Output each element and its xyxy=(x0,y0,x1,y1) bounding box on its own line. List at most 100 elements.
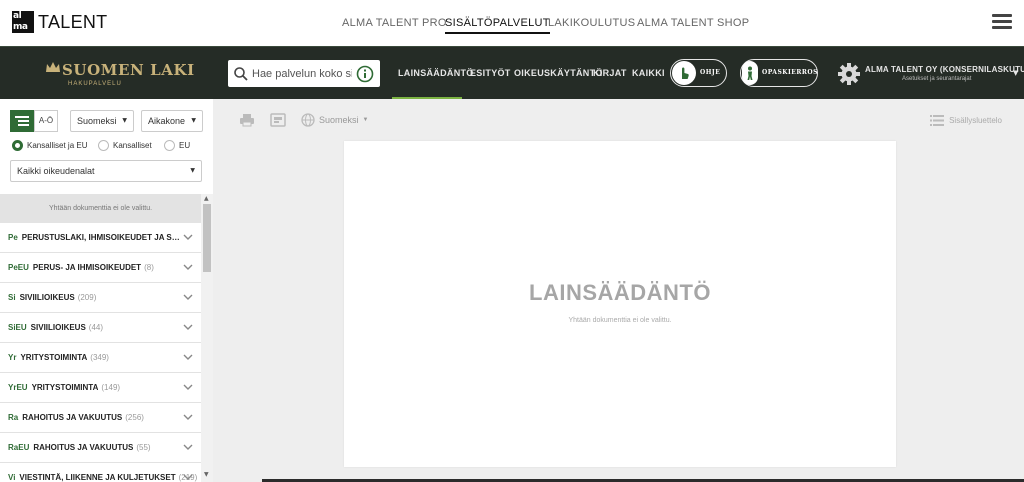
tree-view-button[interactable] xyxy=(10,110,34,132)
list-item[interactable]: Vi VIESTINTÄ, LIIKENNE JA KULJETUKSET (2… xyxy=(0,463,201,482)
sort-select[interactable]: Aikakone ▼ xyxy=(141,110,203,132)
category-name: YRITYSTOIMINTA xyxy=(20,352,88,362)
list-item[interactable]: YrEU YRITYSTOIMINTA (149) xyxy=(0,373,201,403)
list-icon xyxy=(930,115,945,126)
list-item[interactable]: Yr YRITYSTOIMINTA (349) xyxy=(0,343,201,373)
document-area: Suomeksi ▼ Sisällysluettelo LAINSÄÄDÄNTÖ… xyxy=(213,99,1024,482)
alphabetical-view-button[interactable]: A-Ö xyxy=(34,110,58,132)
category-count: (209) xyxy=(77,292,97,302)
category-code: Pe xyxy=(8,232,18,242)
category-code: RaEU xyxy=(8,442,30,452)
document-panel: LAINSÄÄDÄNTÖ Yhtään dokumenttia ei ole v… xyxy=(344,141,896,467)
chevron-down-icon[interactable] xyxy=(183,352,193,362)
list-item[interactable]: SiEU SIVIILIOIKEUS (44) xyxy=(0,313,201,343)
category-name: PERUS- JA IHMISOIKEUDET xyxy=(32,262,142,272)
category-count: (55) xyxy=(136,442,151,452)
search-input[interactable] xyxy=(252,67,352,80)
chevron-down-icon[interactable] xyxy=(183,262,193,272)
tab-kirjat[interactable]: KIRJAT xyxy=(593,67,627,79)
chevron-down-icon[interactable] xyxy=(183,232,193,242)
list-item[interactable]: PeEU PERUS- JA IHMISOIKEUDET (8) xyxy=(0,253,201,283)
scroll-up-arrow-icon[interactable]: ▲ xyxy=(204,195,209,203)
sidebar-scrollbar[interactable]: ▲ ▼ xyxy=(201,194,213,482)
category-list: Pe PERUSTUSLAKI, IHMISOIKEUDET JA SYRJIM… xyxy=(0,223,201,482)
list-item[interactable]: Ra RAHOITUS JA VAKUUTUS (256) xyxy=(0,403,201,433)
toc-label: Sisällysluettelo xyxy=(949,115,1002,125)
language-select-value: Suomeksi xyxy=(77,116,117,126)
language-select[interactable]: Suomeksi ▼ xyxy=(70,110,134,132)
category-code: YrEU xyxy=(8,382,28,392)
search-icon xyxy=(234,66,248,81)
print-icon[interactable] xyxy=(239,113,255,127)
help-label: OHJE xyxy=(700,69,721,76)
logo-subtitle: HAKUPALVELU xyxy=(68,81,122,87)
alma-mark: al ma xyxy=(12,11,34,33)
no-document-message: Yhtään dokumenttia ei ole valittu. xyxy=(0,194,201,223)
caret-down-icon: ▼ xyxy=(191,117,196,124)
account-settings-link: Asetukset ja seurantarajat xyxy=(902,76,972,82)
document-language-select[interactable]: Suomeksi ▼ xyxy=(301,113,368,127)
view-switcher: A-Ö xyxy=(10,110,58,132)
scrollbar-thumb[interactable] xyxy=(203,204,211,272)
list-item[interactable]: RaEU RAHOITUS JA VAKUUTUS (55) xyxy=(0,433,201,463)
category-count: (256) xyxy=(125,412,144,422)
category-count: (149) xyxy=(101,382,121,392)
nav-link-alma-talent-shop[interactable]: ALMA TALENT SHOP xyxy=(637,16,749,30)
account-menu[interactable]: ALMA TALENT OY (KONSERNILASKUTUS) Asetuk… xyxy=(865,65,1024,83)
sort-select-value: Aikakone xyxy=(148,116,186,126)
law-area-select[interactable]: Kaikki oikeudenalat ▼ xyxy=(10,160,202,182)
document-empty-message: Yhtään dokumenttia ei ole valittu. xyxy=(568,317,672,324)
category-count: (349) xyxy=(90,352,109,362)
nav-link-sisaltopalvelut[interactable]: SISÄLTÖPALVELUT xyxy=(445,16,550,34)
nav-link-lakikoulutus[interactable]: LAKIKOULUTUS xyxy=(548,16,635,30)
logo-title: SUOMEN LAKI xyxy=(62,61,195,79)
radio-button xyxy=(164,140,175,151)
menu-icon[interactable] xyxy=(992,14,1012,30)
category-name: RAHOITUS JA VAKUUTUS xyxy=(22,412,123,422)
suomen-laki-logo[interactable]: SUOMEN LAKI HAKUPALVELU xyxy=(0,47,213,99)
category-count: (44) xyxy=(88,322,104,332)
radio-button xyxy=(12,140,23,151)
app-header: SUOMEN LAKI HAKUPALVELU LAINSÄÄDÄNTÖ ESI… xyxy=(0,46,1024,100)
scroll-down-arrow-icon[interactable]: ▼ xyxy=(204,471,209,479)
hand-pointer-icon xyxy=(672,61,696,85)
tab-lainsaadanto[interactable]: LAINSÄÄDÄNTÖ xyxy=(398,67,474,79)
radio-kansalliset-ja-eu[interactable]: Kansalliset ja EU xyxy=(12,140,87,151)
nav-link-alma-talent-pro[interactable]: ALMA TALENT PRO xyxy=(342,16,447,30)
radio-kansalliset[interactable]: Kansalliset xyxy=(98,140,152,151)
tab-esityot[interactable]: ESITYÖT xyxy=(470,67,511,79)
list-item[interactable]: Si SIVIILIOIKEUS (209) xyxy=(0,283,201,313)
search-box xyxy=(228,60,380,87)
chevron-down-icon[interactable] xyxy=(183,472,193,482)
radio-label: Kansalliset ja EU xyxy=(27,140,88,150)
tab-kaikki[interactable]: KAIKKI xyxy=(632,67,665,79)
chevron-down-icon[interactable] xyxy=(183,412,193,422)
category-count: (8) xyxy=(144,262,154,272)
category-code: Si xyxy=(8,292,16,302)
tour-label: OPASKIERROS xyxy=(762,69,818,76)
caret-down-icon: ▼ xyxy=(1013,69,1019,77)
radio-label: EU xyxy=(179,140,191,150)
radio-eu[interactable]: EU xyxy=(164,140,190,151)
category-name: VIESTINTÄ, LIIKENNE JA KULJETUKSET xyxy=(19,472,176,482)
sidebar: A-Ö Suomeksi ▼ Aikakone ▼ Kansalliset ja… xyxy=(0,99,213,482)
chevron-down-icon[interactable] xyxy=(183,322,193,332)
category-name: RAHOITUS JA VAKUUTUS xyxy=(33,442,134,452)
pdf-icon[interactable] xyxy=(270,113,286,127)
tab-oikeuskaytanto[interactable]: OIKEUSKÄYTÄNTÖ xyxy=(514,67,603,79)
chevron-down-icon[interactable] xyxy=(183,292,193,302)
radio-label: Kansalliset xyxy=(113,140,152,150)
radio-button xyxy=(98,140,109,151)
category-code: Vi xyxy=(8,472,16,482)
chevron-down-icon[interactable] xyxy=(183,382,193,392)
list-item[interactable]: Pe PERUSTUSLAKI, IHMISOIKEUDET JA SYRJIM… xyxy=(0,223,201,253)
alma-talent-logo[interactable]: al ma TALENT xyxy=(12,11,107,33)
tour-button[interactable]: OPASKIERROS xyxy=(740,59,818,87)
category-code: SiEU xyxy=(8,322,27,332)
table-of-contents-button[interactable]: Sisällysluettelo xyxy=(930,115,1002,126)
info-icon[interactable] xyxy=(356,65,374,83)
help-button[interactable]: OHJE xyxy=(670,59,727,87)
gear-icon[interactable] xyxy=(837,62,861,86)
law-area-select-value: Kaikki oikeudenalat xyxy=(17,166,95,176)
chevron-down-icon[interactable] xyxy=(183,442,193,452)
